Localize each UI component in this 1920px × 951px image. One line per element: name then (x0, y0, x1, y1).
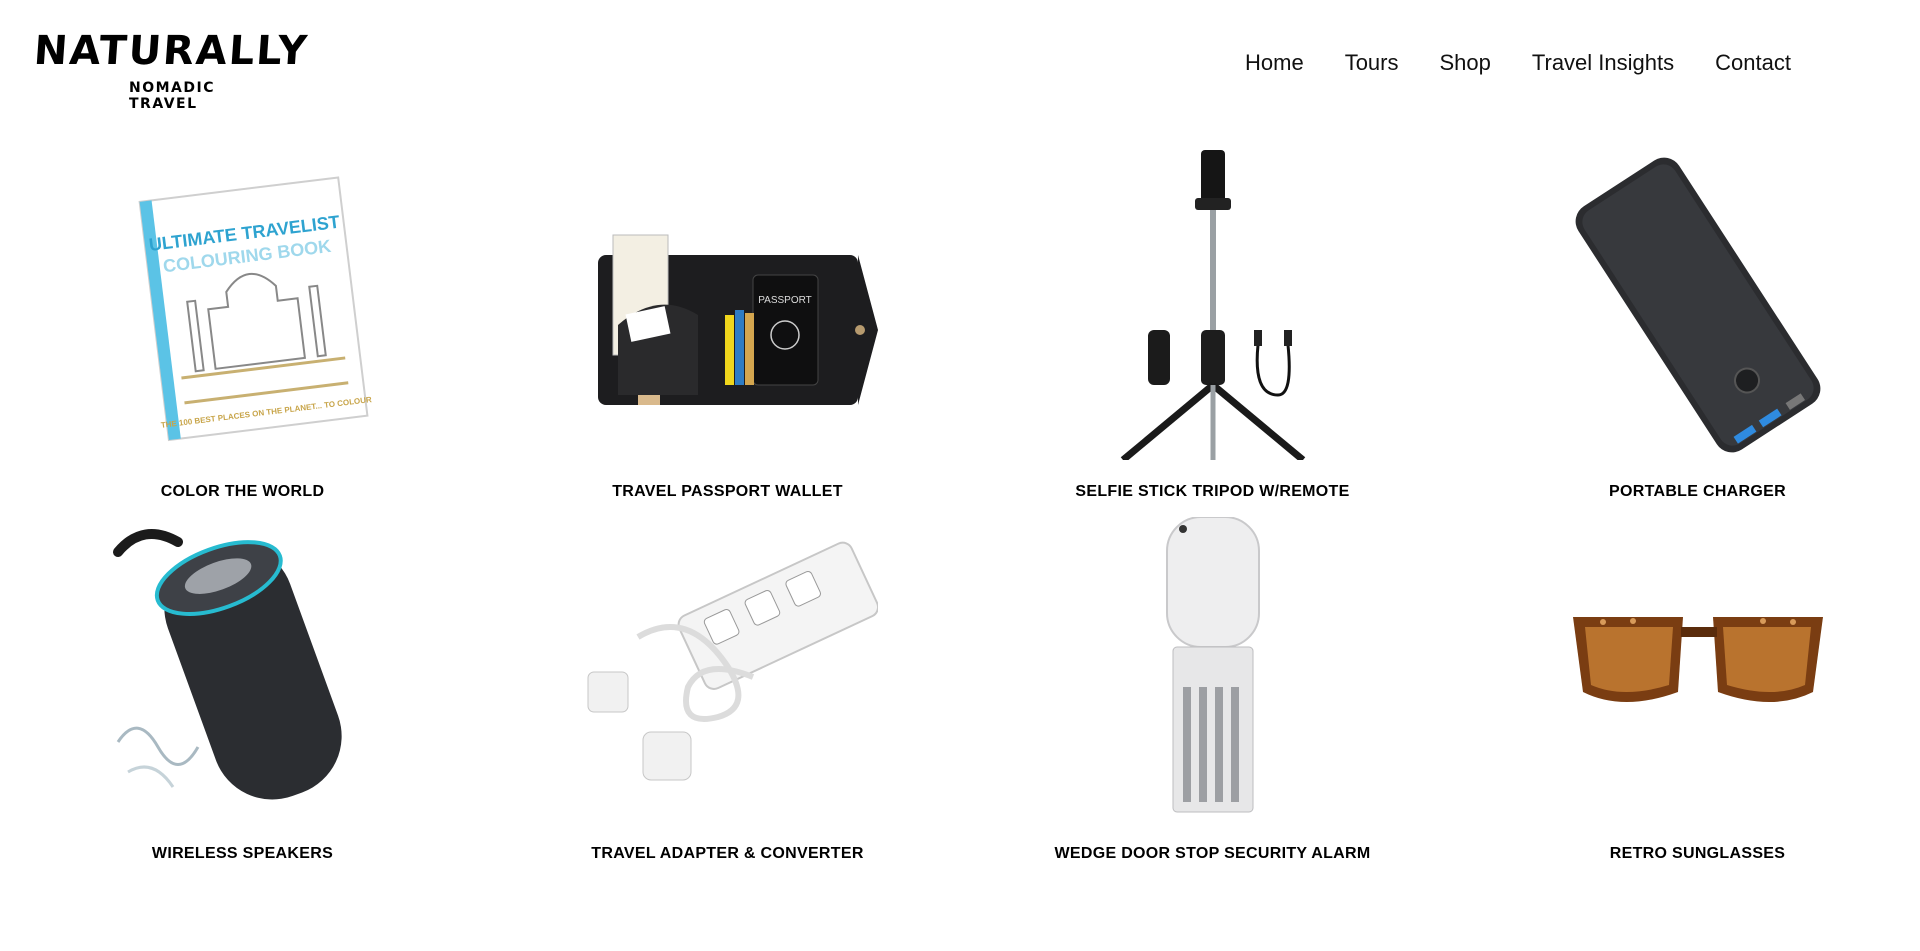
product-name[interactable]: COLOR THE WORLD (0, 483, 485, 501)
product-card[interactable]: WEDGE DOOR STOP SECURITY ALARM (970, 512, 1455, 862)
site-header: NATURALLY NOMADIC TRAVEL Home Tours Shop… (0, 0, 1920, 120)
product-name[interactable]: WIRELESS SPEAKERS (0, 845, 485, 863)
product-name[interactable]: RETRO SUNGLASSES (1455, 845, 1920, 863)
wireless-speaker-icon[interactable] (0, 512, 485, 822)
product-card[interactable]: ULTIMATE TRAVELIST COLOURING BOOK THE 10… (0, 150, 485, 500)
passport-wallet-icon[interactable]: PASSPORT (485, 150, 970, 460)
product-card[interactable]: TRAVEL ADAPTER & CONVERTER (485, 512, 970, 862)
passport-text: PASSPORT (758, 295, 812, 306)
logo-subtitle: NOMADIC TRAVEL (129, 80, 215, 112)
nav-tours[interactable]: Tours (1345, 50, 1399, 76)
product-name[interactable]: WEDGE DOOR STOP SECURITY ALARM (970, 845, 1455, 863)
nav-shop[interactable]: Shop (1439, 50, 1490, 76)
product-card[interactable]: PASSPORT TRAVEL PASSPORT WALLET (485, 150, 970, 500)
product-name[interactable]: TRAVEL ADAPTER & CONVERTER (485, 845, 970, 863)
product-name[interactable]: PORTABLE CHARGER (1455, 483, 1920, 501)
colouring-book-icon[interactable]: ULTIMATE TRAVELIST COLOURING BOOK THE 10… (0, 150, 485, 460)
selfie-stick-tripod-icon[interactable] (970, 150, 1455, 460)
main-nav: Home Tours Shop Travel Insights Contact (1245, 50, 1832, 76)
site-logo[interactable]: NATURALLY NOMADIC TRAVEL (32, 28, 310, 112)
logo-title: NATURALLY (32, 28, 311, 74)
product-card[interactable]: RETRO SUNGLASSES (1455, 512, 1920, 862)
nav-travel-insights[interactable]: Travel Insights (1532, 50, 1674, 76)
door-stop-alarm-icon[interactable] (970, 512, 1455, 822)
product-card[interactable]: PORTABLE CHARGER (1455, 150, 1920, 500)
travel-adapter-icon[interactable] (485, 512, 970, 822)
nav-contact[interactable]: Contact (1715, 50, 1791, 76)
product-card[interactable]: SELFIE STICK TRIPOD W/REMOTE (970, 150, 1455, 500)
nav-home[interactable]: Home (1245, 50, 1304, 76)
product-name[interactable]: SELFIE STICK TRIPOD W/REMOTE (970, 483, 1455, 501)
product-name[interactable]: TRAVEL PASSPORT WALLET (485, 483, 970, 501)
sunglasses-icon[interactable] (1455, 512, 1920, 822)
product-card[interactable]: WIRELESS SPEAKERS (0, 512, 485, 862)
power-bank-icon[interactable] (1455, 150, 1920, 460)
